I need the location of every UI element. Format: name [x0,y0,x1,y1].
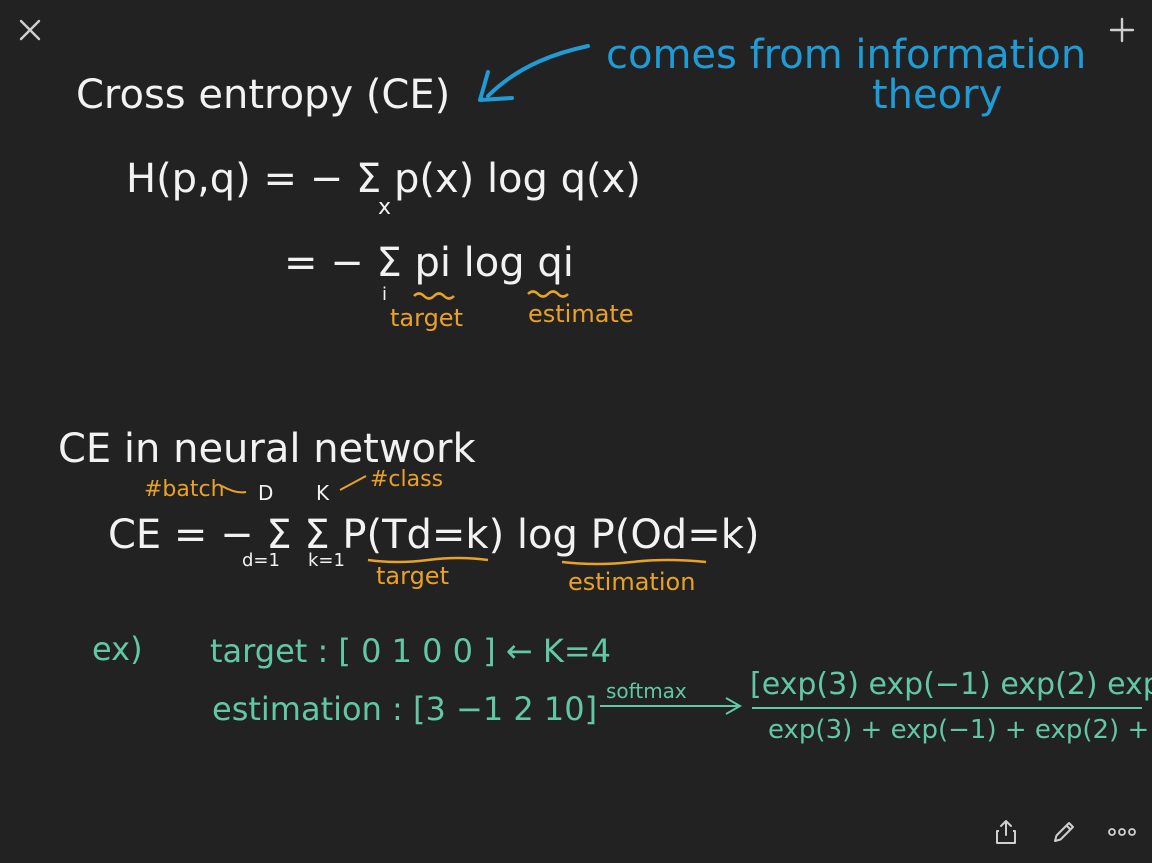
annotation-line1: comes from information [606,32,1086,78]
share-icon [996,820,1016,844]
label-batch: #batch [144,477,225,502]
underline-target [413,292,455,300]
close-icon [19,19,41,41]
add-button[interactable] [1102,10,1142,50]
fraction-numerator: [exp(3) exp(−1) exp(2) exp(10)] [750,667,1152,702]
softmax-label: softmax [606,679,687,703]
underline-estimation [561,558,707,566]
equation-2: = − Σ pi log qi [284,240,574,286]
sum-bottom-d: d=1 [242,550,280,571]
close-button[interactable] [10,10,50,50]
edit-button[interactable] [1044,812,1084,852]
label-estimate: estimate [528,300,634,328]
arrow-batch [221,485,247,494]
plus-icon [1109,17,1135,43]
note-title: Cross entropy (CE) [76,72,450,118]
label-target-2: target [376,562,449,590]
arrow-class [339,475,367,491]
sum-top-k: K [316,481,330,505]
label-target: target [390,304,463,332]
more-icon [1108,828,1136,836]
pencil-icon [1054,822,1074,842]
equation-1-subscript: x [378,195,391,220]
share-button[interactable] [986,812,1026,852]
example-label: ex) [92,630,143,668]
example-estimation: estimation : [3 −1 2 10] [212,690,597,728]
label-estimation: estimation [568,568,695,596]
example-target: target : [ 0 1 0 0 ] ← K=4 [210,632,611,670]
fraction-denominator: exp(3) + exp(−1) + exp(2) + exp(10) [768,715,1152,745]
underline-estimate [527,290,569,298]
note-canvas[interactable]: Cross entropy (CE) comes from informatio… [0,0,1152,863]
equation-2-subscript: i [382,284,387,305]
more-button[interactable] [1102,812,1142,852]
sum-bottom-k: k=1 [308,550,345,571]
sum-top-d: D [258,481,273,505]
annotation-arrow [478,44,590,102]
label-class: #class [370,467,443,492]
section-2-title: CE in neural network [58,426,476,472]
equation-3: CE = − Σ Σ P(Td=k) log P(Od=k) [108,512,759,558]
annotation-line2: theory [872,72,1002,118]
